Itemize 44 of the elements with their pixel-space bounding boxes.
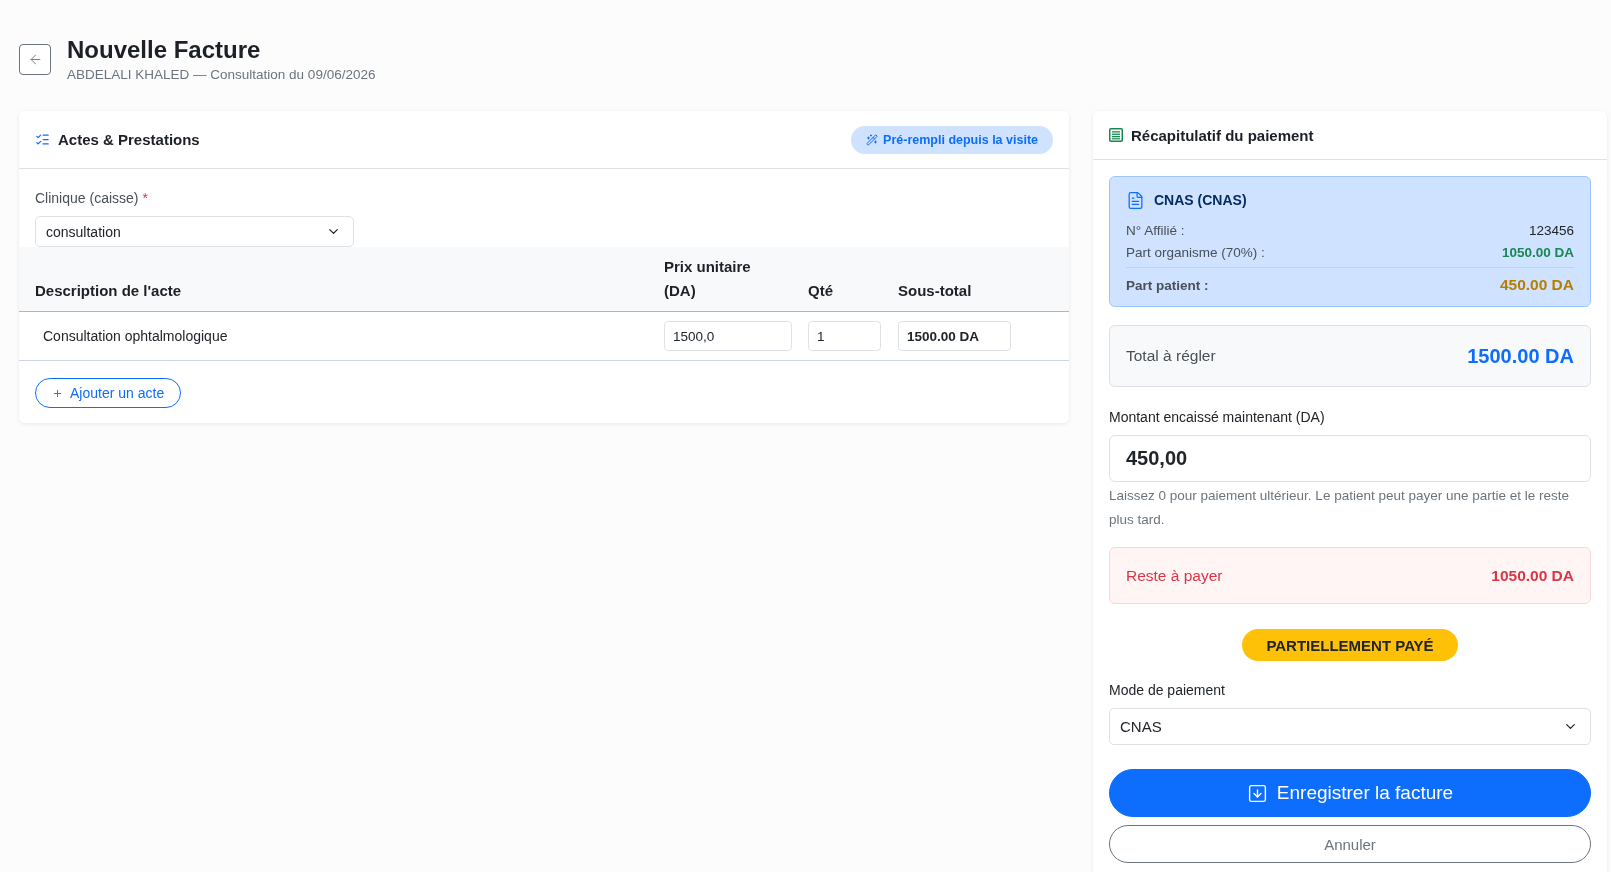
- payment-mode-select[interactable]: CNAS: [1109, 708, 1591, 745]
- card-title: Récapitulatif du paiement: [1131, 126, 1314, 144]
- remaining-value: 1050.00 DA: [1491, 566, 1574, 585]
- add-act-button[interactable]: Ajouter un acte: [35, 378, 182, 408]
- field-label: Mode de paiement: [1109, 682, 1226, 699]
- insurance-value: 123456: [1528, 222, 1574, 238]
- column-header: Qté: [808, 281, 834, 301]
- insurance-value: 450.00 DA: [1499, 276, 1574, 294]
- required-mark: *: [142, 189, 148, 207]
- back-button[interactable]: [19, 44, 51, 75]
- save-download-icon: [1246, 782, 1268, 804]
- checklist-icon: [35, 132, 50, 147]
- remaining-label: Reste à payer: [1126, 566, 1223, 585]
- document-icon: [1126, 190, 1145, 210]
- quantity-input[interactable]: 1: [808, 321, 881, 351]
- column-header: Description de l'acte: [35, 281, 183, 301]
- save-invoice-button[interactable]: Enregistrer la facture: [1109, 769, 1591, 817]
- document-lines-icon: [1109, 128, 1123, 142]
- magic-wand-icon: [866, 133, 879, 146]
- insurance-name: CNAS (CNAS): [1154, 192, 1247, 208]
- subtotal-field[interactable]: 1500.00 DA: [898, 321, 1011, 351]
- column-header: Sous-total: [898, 281, 973, 301]
- total-label: Total à régler: [1126, 347, 1216, 365]
- insurance-label: N° Affilié :: [1126, 222, 1185, 238]
- prefill-badge-text: Pré-rempli depuis la visite: [883, 132, 1038, 147]
- back-arrow-icon: [27, 52, 43, 67]
- insurance-value: 1050.00 DA: [1501, 244, 1574, 260]
- clinic-select[interactable]: consultation: [35, 216, 354, 247]
- help-text: Laissez 0 pour paiement ultérieur. Le patient peut payer une partie et le reste plus tard.: [1109, 487, 1571, 529]
- field-label: Montant encaissé maintenant (DA): [1109, 409, 1326, 426]
- amount-input[interactable]: 450,00: [1109, 435, 1591, 482]
- unit-price-input[interactable]: 1500,0: [664, 321, 792, 351]
- status-badge: PARTIELLEMENT PAYÉ: [1242, 629, 1458, 661]
- field-label: Clinique (caisse): [35, 189, 139, 207]
- column-header: Prix unitaire (DA): [664, 257, 752, 301]
- page-subtitle: ABDELALI KHALED — Consultation du 09/06/2026: [67, 66, 376, 84]
- card-title: Actes & Prestations: [58, 131, 200, 148]
- insurance-label: Part patient :: [1126, 277, 1209, 293]
- plus-icon: [52, 387, 63, 399]
- total-value: 1500.00 DA: [1467, 344, 1574, 368]
- cancel-button[interactable]: Annuler: [1109, 825, 1591, 863]
- description-cell-text: Consultation ophtalmologique: [42, 328, 229, 344]
- page-title: Nouvelle Facture: [67, 35, 262, 65]
- insurance-label: Part organisme (70%) :: [1126, 244, 1265, 260]
